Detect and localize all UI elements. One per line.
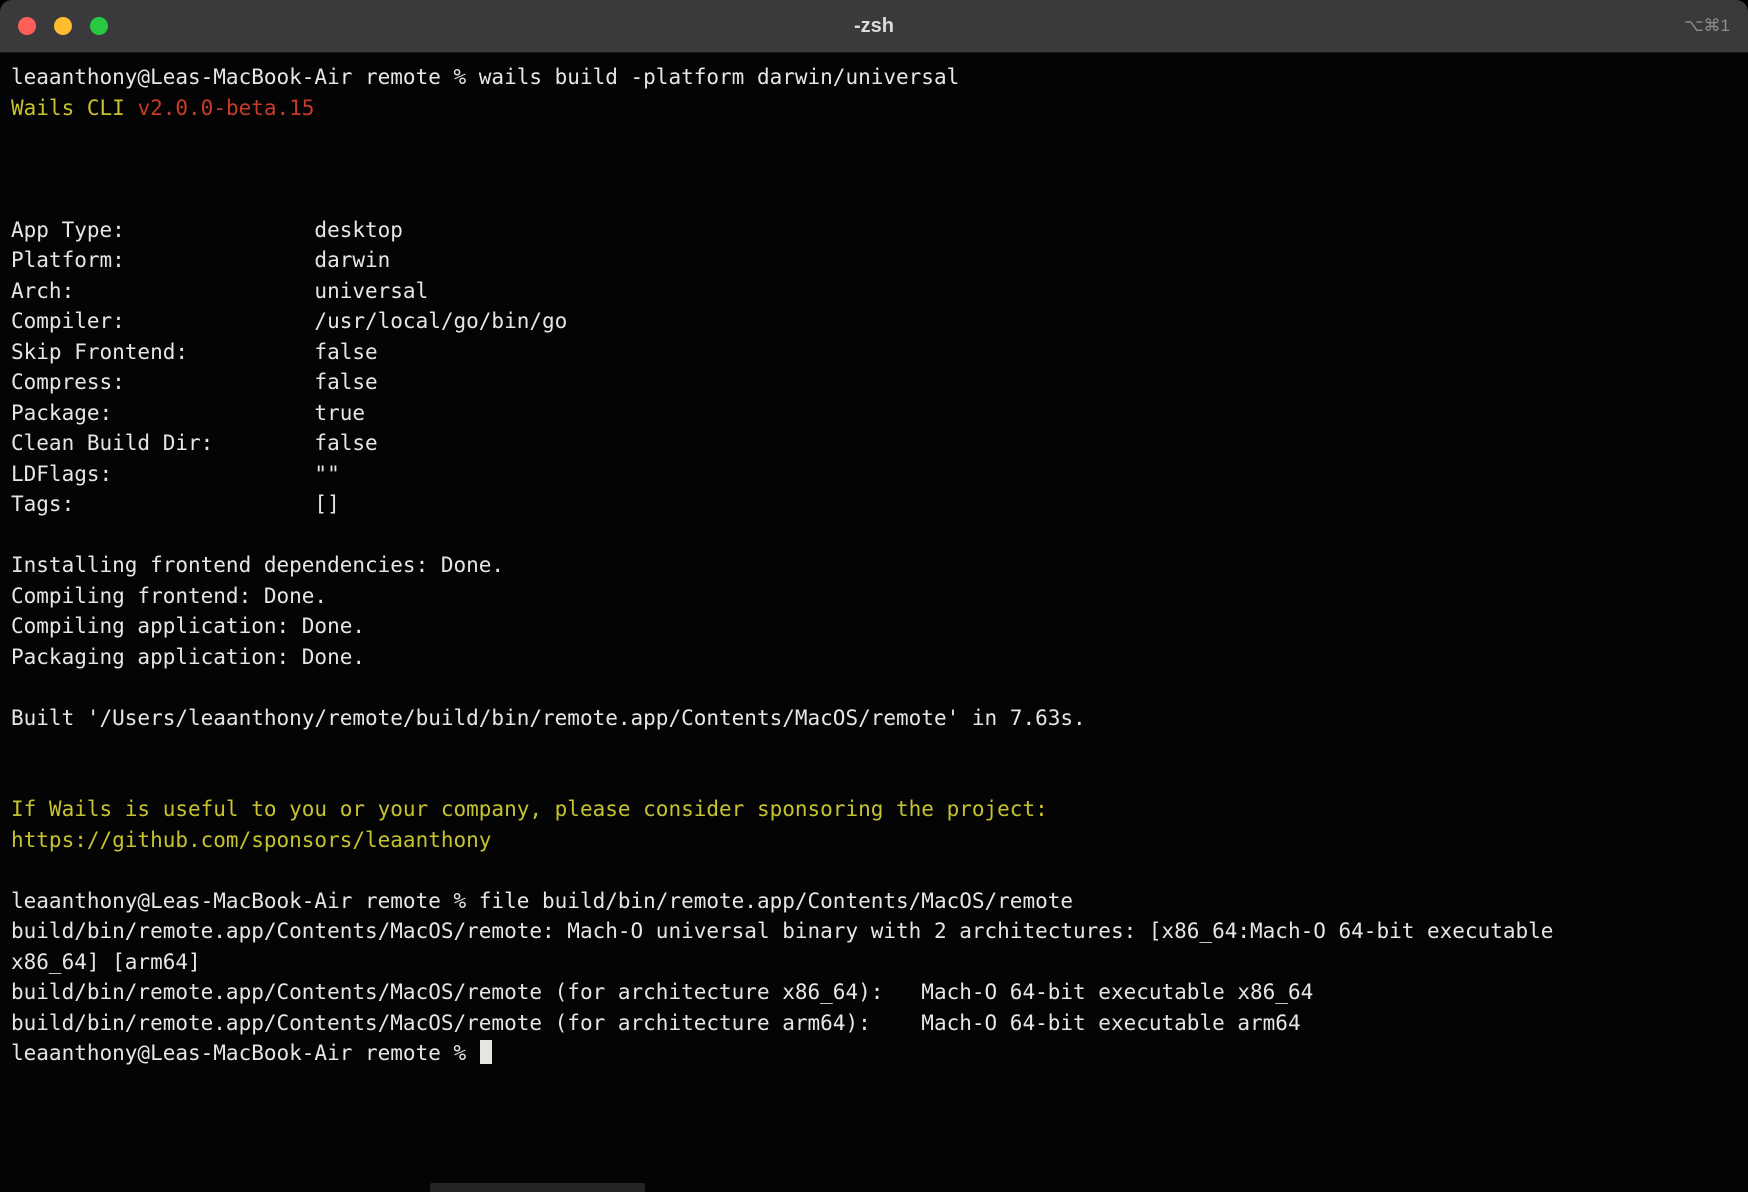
terminal-text-segment: build/bin/remote.app/Contents/MacOS/remo… [11,980,1313,1004]
terminal-line: If Wails is useful to you or your compan… [11,794,1737,825]
terminal-text-segment: Built '/Users/leaanthony/remote/build/bi… [11,706,1086,730]
terminal-cursor [480,1040,492,1064]
terminal-line: Platform: darwin [11,245,1737,276]
tab-shortcut-badge: ⌥⌘1 [1684,16,1730,36]
terminal-text-segment: Package: true [11,401,365,425]
terminal-text-segment: Packaging application: Done. [11,645,365,669]
terminal-text-segment: Arch: universal [11,279,428,303]
terminal-line: Built '/Users/leaanthony/remote/build/bi… [11,703,1737,734]
terminal-text-segment: build/bin/remote.app/Contents/MacOS/remo… [11,919,1553,943]
terminal-line: build/bin/remote.app/Contents/MacOS/remo… [11,1008,1737,1039]
terminal-line: App Type: desktop [11,215,1737,246]
terminal-line: Clean Build Dir: false [11,428,1737,459]
terminal-line: https://github.com/sponsors/leaanthony [11,825,1737,856]
terminal-text-segment: LDFlags: "" [11,462,340,486]
terminal-line: Compiling frontend: Done. [11,581,1737,612]
terminal-text-segment: https://github.com/sponsors/leaanthony [11,828,491,852]
window-title: -zsh [0,15,1748,38]
terminal-text-segment: Installing frontend dependencies: Done. [11,553,504,577]
terminal-line: Tags: [] [11,489,1737,520]
terminal-text-segment: Skip Frontend: false [11,340,378,364]
terminal-output[interactable]: leaanthony@Leas-MacBook-Air remote % wai… [0,53,1748,1192]
terminal-line: build/bin/remote.app/Contents/MacOS/remo… [11,977,1737,1008]
terminal-line [11,520,1737,551]
terminal-text-segment: x86_64] [arm64] [11,950,201,974]
terminal-text-segment: Compress: false [11,370,378,394]
terminal-line [11,154,1737,185]
terminal-line: leaanthony@Leas-MacBook-Air remote % wai… [11,62,1737,93]
titlebar[interactable]: -zsh ⌥⌘1 [0,0,1748,53]
background-window-sliver [430,1183,645,1192]
terminal-line [11,672,1737,703]
terminal-line: build/bin/remote.app/Contents/MacOS/remo… [11,916,1737,947]
terminal-line: Skip Frontend: false [11,337,1737,368]
terminal-line: Packaging application: Done. [11,642,1737,673]
terminal-line: Arch: universal [11,276,1737,307]
terminal-line: Installing frontend dependencies: Done. [11,550,1737,581]
terminal-line: Compiling application: Done. [11,611,1737,642]
terminal-line [11,733,1737,764]
terminal-line: Wails CLI v2.0.0-beta.15 [11,93,1737,124]
terminal-line: Package: true [11,398,1737,429]
terminal-line: leaanthony@Leas-MacBook-Air remote % [11,1038,1737,1069]
terminal-text-segment: Compiler: /usr/local/go/bin/go [11,309,567,333]
terminal-line: LDFlags: "" [11,459,1737,490]
terminal-line [11,184,1737,215]
terminal-text-segment: leaanthony@Leas-MacBook-Air remote % fil… [11,889,1073,913]
terminal-text-segment: Clean Build Dir: false [11,431,378,455]
terminal-line: Compiler: /usr/local/go/bin/go [11,306,1737,337]
terminal-line: leaanthony@Leas-MacBook-Air remote % fil… [11,886,1737,917]
terminal-line [11,123,1737,154]
terminal-line: x86_64] [arm64] [11,947,1737,978]
terminal-window: -zsh ⌥⌘1 leaanthony@Leas-MacBook-Air rem… [0,0,1748,1192]
terminal-text-segment: leaanthony@Leas-MacBook-Air remote % [11,1041,479,1065]
terminal-text-segment: Tags: [] [11,492,340,516]
terminal-text-segment: build/bin/remote.app/Contents/MacOS/remo… [11,1011,1301,1035]
terminal-text-segment: Wails CLI [11,96,137,120]
terminal-text-segment: If Wails is useful to you or your compan… [11,797,1048,821]
terminal-text-segment: App Type: desktop [11,218,403,242]
terminal-text-segment: Platform: darwin [11,248,390,272]
terminal-text-segment: v2.0.0-beta.15 [137,96,314,120]
terminal-line [11,764,1737,795]
terminal-text-segment: Compiling frontend: Done. [11,584,327,608]
terminal-line: Compress: false [11,367,1737,398]
terminal-line [11,855,1737,886]
terminal-text-segment: Compiling application: Done. [11,614,365,638]
terminal-text-segment: leaanthony@Leas-MacBook-Air remote % wai… [11,65,959,89]
